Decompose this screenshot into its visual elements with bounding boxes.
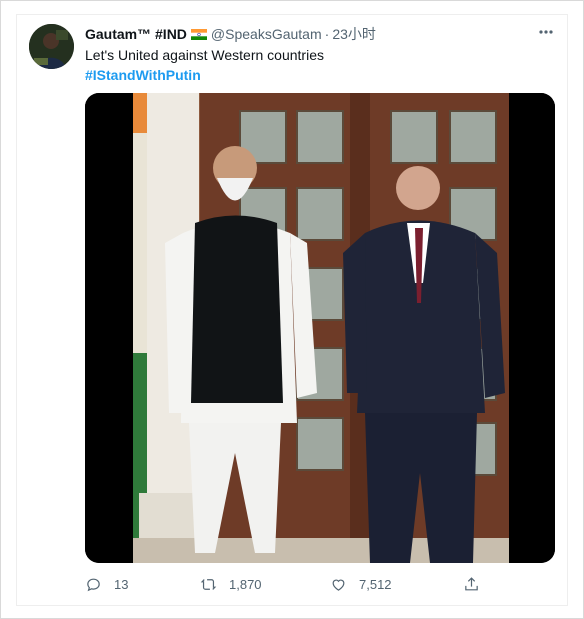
reply-icon [87, 578, 100, 591]
tweet-text: Let's United against Western countries [85, 47, 324, 63]
share-icon [465, 576, 478, 590]
reply-count: 13 [114, 576, 129, 592]
retweet-icon [200, 578, 217, 590]
like-count: 7,512 [359, 576, 392, 592]
avatar[interactable] [29, 24, 74, 69]
tweet-actions: 13 1,870 7,512 [85, 574, 555, 594]
separator-dot: · [324, 26, 330, 42]
more-options-icon[interactable] [536, 24, 556, 42]
tweet-video[interactable] [85, 93, 555, 563]
share-button[interactable] [463, 574, 492, 594]
heart-icon [332, 579, 345, 591]
reply-button[interactable]: 13 [85, 574, 128, 594]
like-button[interactable]: 7,512 [330, 574, 392, 594]
retweet-button[interactable]: 1,870 [200, 574, 262, 594]
timestamp[interactable]: 23小时 [332, 26, 376, 42]
display-name[interactable]: Gautam™ #IND [85, 26, 187, 42]
india-flag-icon [190, 29, 207, 40]
retweet-count: 1,870 [229, 576, 262, 592]
tweet-header: Gautam™ #IND @SpeaksGautam · 23小时 [85, 25, 564, 43]
user-handle[interactable]: @SpeaksGautam [211, 26, 322, 42]
hashtag-link[interactable]: #IStandWithPutin [85, 66, 201, 84]
video-frame-image [85, 93, 555, 563]
